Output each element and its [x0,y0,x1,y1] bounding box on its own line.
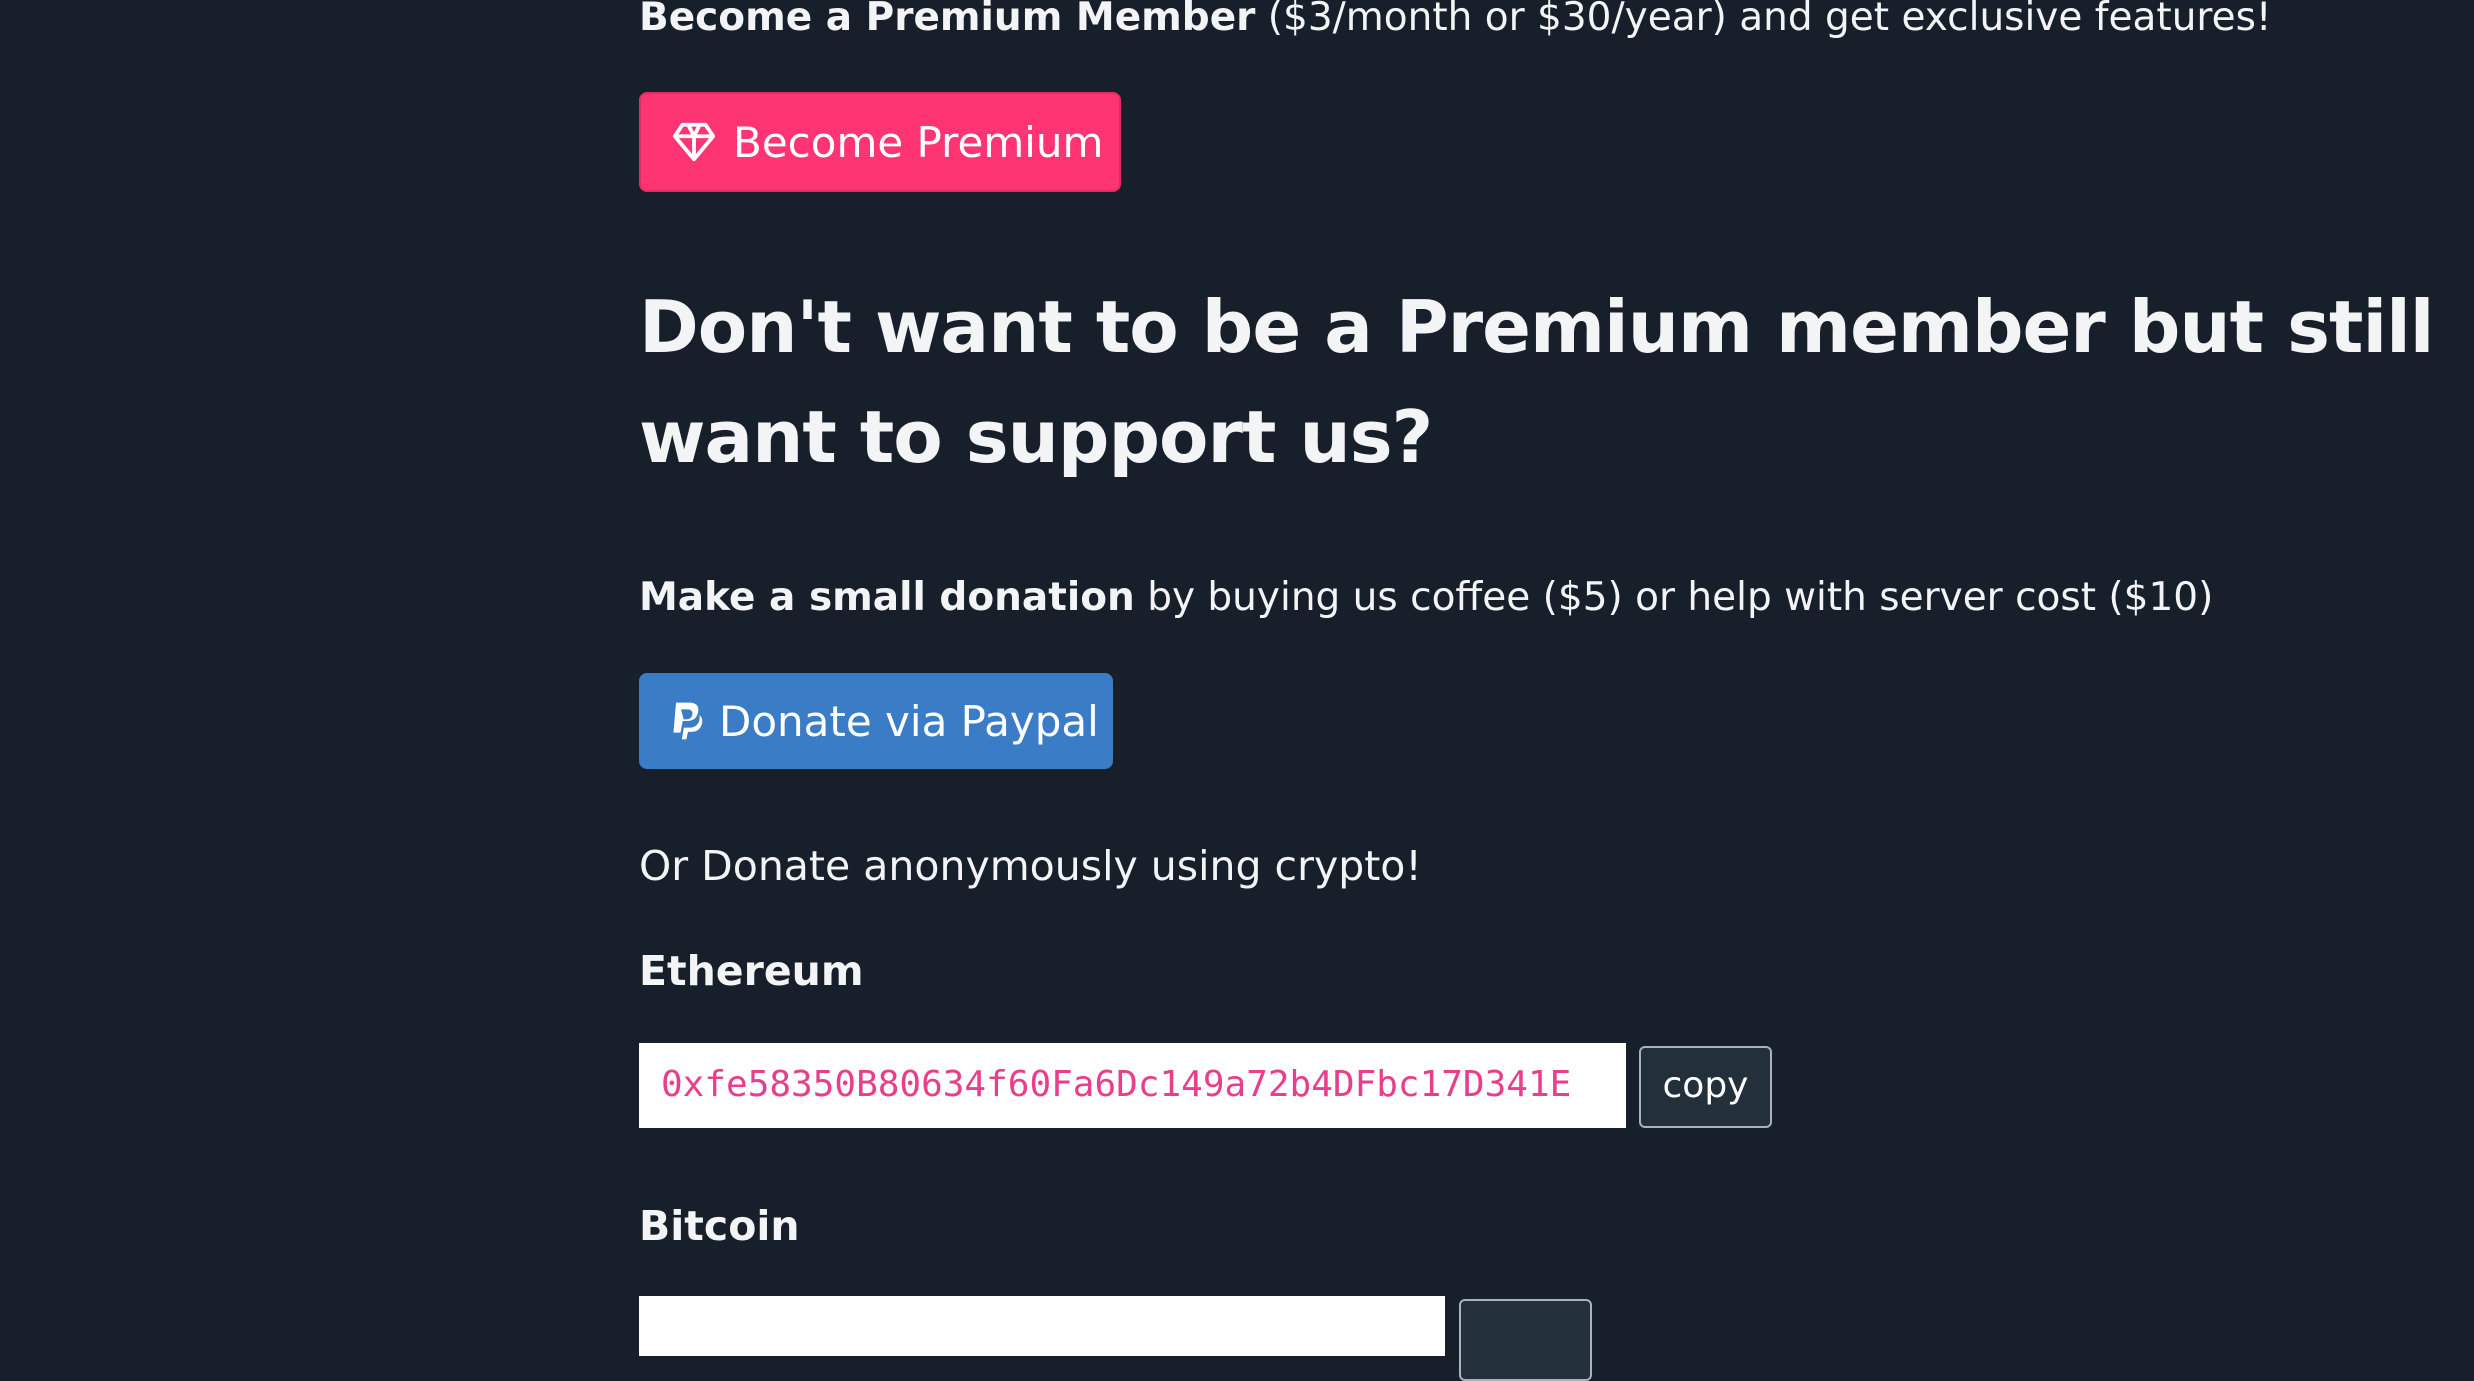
crypto-intro: Or Donate anonymously using crypto! [639,842,1422,890]
become-premium-label: Become Premium [733,117,1104,167]
copy-ethereum-button[interactable]: copy [1639,1046,1772,1128]
donation-description: Make a small donation by buying us coffe… [639,570,2213,626]
paypal-icon [673,702,703,740]
premium-description: Become a Premium Member ($3/month or $30… [639,0,2272,46]
diamond-icon [672,122,716,162]
become-premium-button[interactable]: Become Premium [639,92,1121,192]
bitcoin-address-field[interactable] [639,1296,1445,1356]
donation-description-bold: Make a small donation [639,575,1135,620]
ethereum-address-field[interactable]: 0xfe58350B80634f60Fa6Dc149a72b4DFbc17D34… [639,1043,1626,1128]
donate-paypal-label: Donate via Paypal [719,696,1099,746]
copy-bitcoin-button[interactable] [1459,1299,1592,1381]
donation-description-rest: by buying us coffee ($5) or help with se… [1134,575,2214,620]
donate-paypal-button[interactable]: Donate via Paypal [639,673,1113,769]
premium-description-rest: ($3/month or $30/year) and get exclusive… [1255,0,2272,40]
support-heading: Don't want to be a Premium member but st… [639,285,2434,479]
premium-description-bold: Become a Premium Member [639,0,1256,40]
bitcoin-label: Bitcoin [639,1202,800,1250]
ethereum-label: Ethereum [639,947,864,995]
